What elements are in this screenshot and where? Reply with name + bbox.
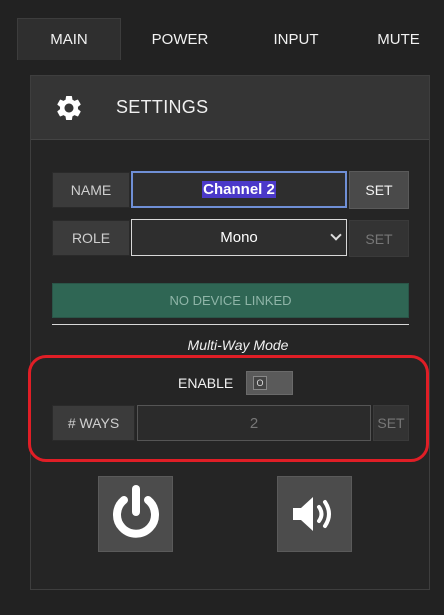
tab-bar: MAIN POWER INPUT MUTE xyxy=(17,18,444,60)
role-label: ROLE xyxy=(52,220,130,256)
panel-title: SETTINGS xyxy=(116,97,209,117)
tab-input[interactable]: INPUT xyxy=(239,18,353,60)
volume-icon xyxy=(292,497,331,531)
chevron-down-icon xyxy=(330,229,342,241)
role-selected-value: Mono xyxy=(220,229,258,246)
power-icon xyxy=(112,485,159,538)
tab-power[interactable]: POWER xyxy=(121,18,239,60)
multiway-mode-label: Multi-Way Mode xyxy=(187,337,289,353)
name-set-button[interactable]: SET xyxy=(349,171,409,209)
ways-input[interactable]: 2 xyxy=(137,405,371,441)
name-value: Channel 2 xyxy=(202,181,276,198)
panel-header: SETTINGS xyxy=(31,76,429,140)
name-input[interactable]: Channel 2 xyxy=(131,171,347,208)
tab-mute[interactable]: MUTE xyxy=(353,18,444,60)
ways-label: # WAYS xyxy=(52,405,135,441)
device-status-bar: NO DEVICE LINKED xyxy=(52,283,409,318)
tab-main[interactable]: MAIN xyxy=(17,18,121,60)
name-label: NAME xyxy=(52,172,130,208)
settings-panel: SETTINGS xyxy=(30,75,430,590)
toggle-knob: O xyxy=(253,376,267,390)
role-set-button[interactable]: SET xyxy=(349,220,409,257)
gear-icon xyxy=(57,95,81,120)
enable-label: ENABLE xyxy=(178,375,234,391)
volume-button[interactable] xyxy=(277,476,352,552)
enable-toggle[interactable]: O xyxy=(246,371,293,395)
power-button[interactable] xyxy=(98,476,173,552)
ways-set-button[interactable]: SET xyxy=(373,405,409,441)
role-select[interactable]: Mono xyxy=(131,219,347,256)
divider xyxy=(52,324,409,325)
